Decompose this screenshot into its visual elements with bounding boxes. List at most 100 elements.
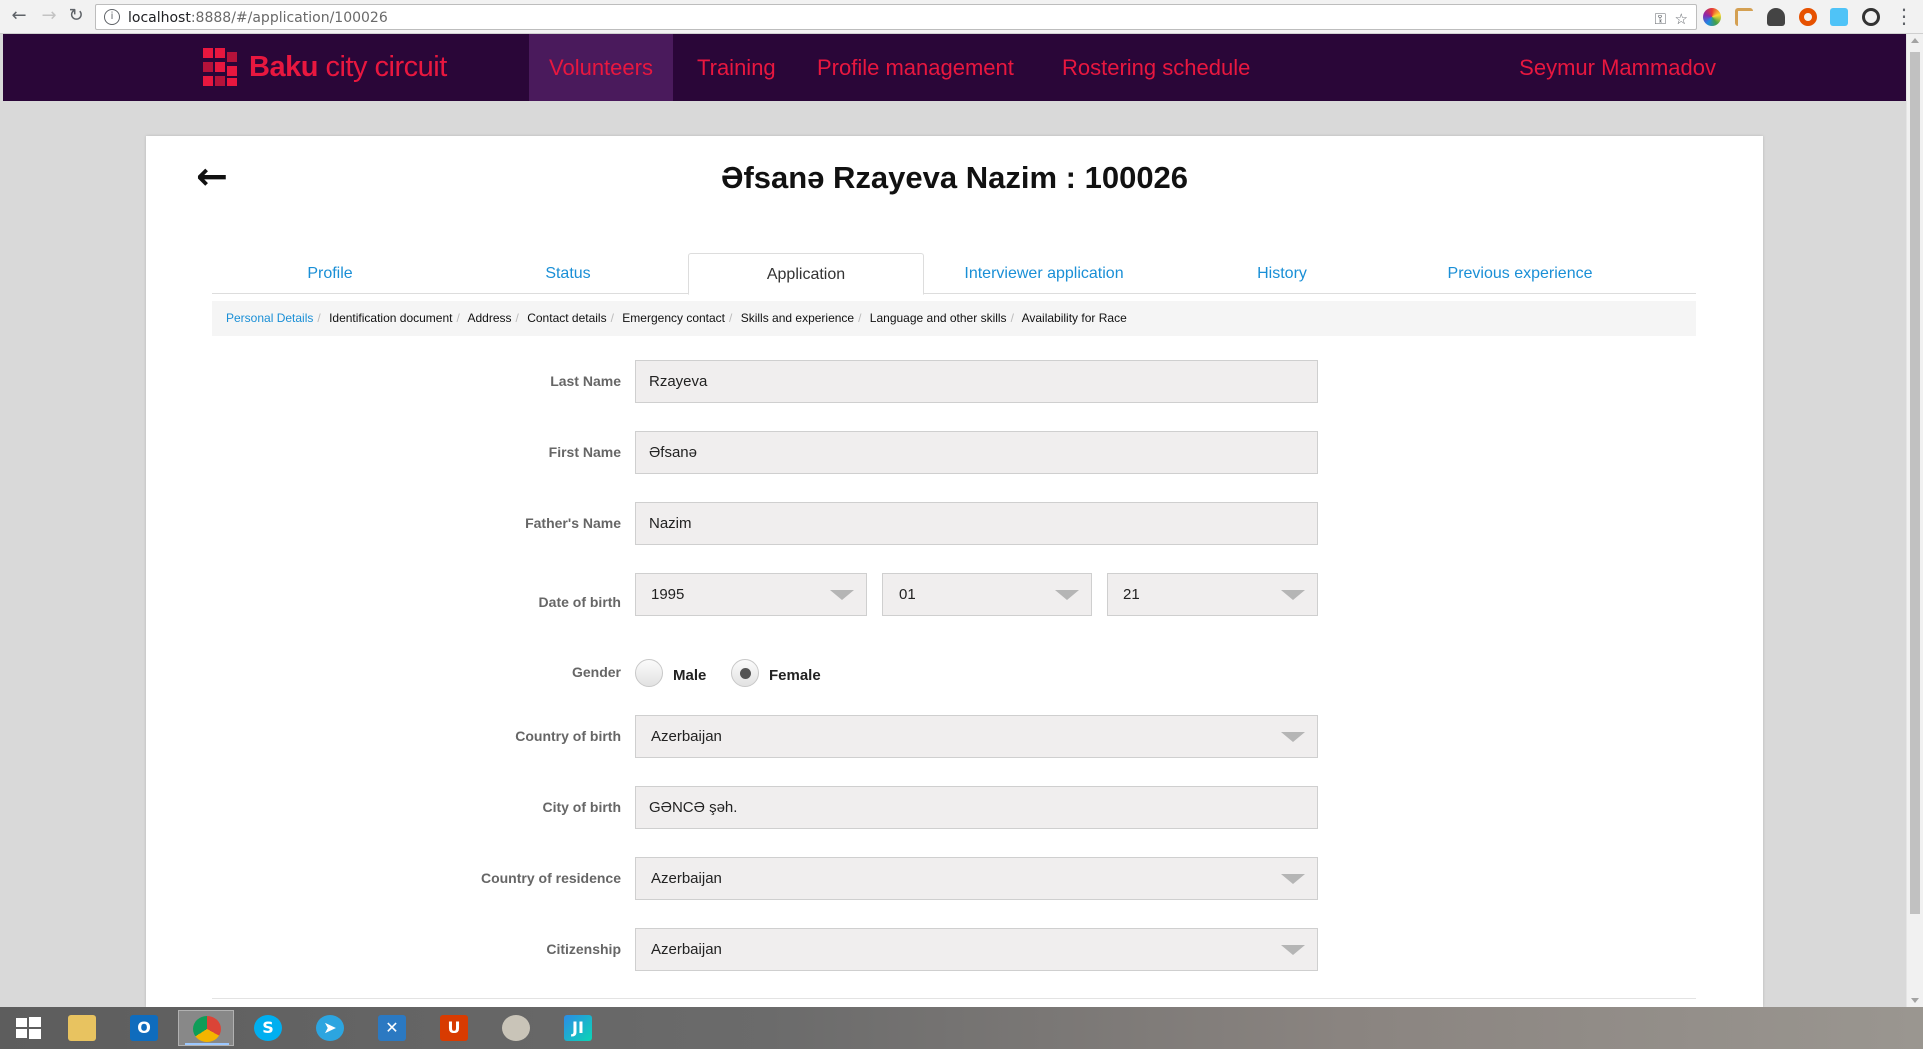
taskbar-telegram[interactable]: ➤ [302, 1010, 358, 1046]
baku-logo-icon[interactable] [201, 46, 241, 88]
radio-selected-dot [740, 668, 751, 679]
color-extension-icon[interactable] [1703, 8, 1721, 26]
tab-profile[interactable]: Profile [212, 253, 448, 295]
last-name-input[interactable]: Rzayeva [635, 360, 1318, 403]
crumb-identification-document[interactable]: Identification document [329, 311, 452, 325]
gender-male-label[interactable]: Male [673, 667, 706, 684]
chrome-icon [193, 1016, 221, 1042]
nav-volunteers[interactable]: Volunteers [529, 34, 673, 101]
crumb-separator: / [456, 311, 460, 325]
back-nav-icon[interactable]: ← [8, 5, 30, 27]
citizenship-value: Azerbaijan [651, 941, 722, 958]
tools-icon: ✕ [378, 1015, 406, 1041]
taskbar-chrome[interactable] [178, 1010, 234, 1046]
info-icon[interactable]: i [104, 9, 120, 25]
tab-previous-experience[interactable]: Previous experience [1402, 253, 1638, 295]
forward-nav-icon[interactable]: → [38, 5, 60, 27]
jetbrains-icon: JI [564, 1015, 592, 1041]
gender-label: Gender [571, 664, 621, 680]
date-of-birth-label: Date of birth [538, 594, 621, 610]
nav-profile-management[interactable]: Profile management [797, 34, 1034, 101]
menu-icon[interactable]: ⋮ [1893, 5, 1915, 27]
chevron-down-icon [1281, 590, 1305, 600]
city-of-birth-label: City of birth [542, 799, 621, 815]
crumb-availability-for-race[interactable]: Availability for Race [1022, 311, 1127, 325]
crumb-separator: / [317, 311, 321, 325]
taskbar-tool[interactable]: ✕ [364, 1010, 420, 1046]
star-icon[interactable]: ☆ [1675, 10, 1688, 28]
url-path: :8888/#/application/100026 [190, 10, 388, 26]
address-bar[interactable]: i localhost:8888/#/application/100026 ⚿ … [95, 4, 1697, 30]
crumb-separator: / [610, 311, 614, 325]
logo-text[interactable]: Baku city circuit [249, 51, 447, 84]
last-name-label: Last Name [550, 373, 621, 389]
citizenship-select[interactable]: Azerbaijan [635, 928, 1318, 971]
windows-taskbar: O S ➤ ✕ U JI [0, 1007, 1923, 1049]
taskbar-skype[interactable]: S [240, 1010, 296, 1046]
first-name-input[interactable]: Əfsanə [635, 431, 1318, 474]
window-extension-icon[interactable] [1830, 8, 1848, 26]
sync-extension-icon[interactable] [1862, 8, 1880, 26]
taskbar-jetbrains[interactable]: JI [550, 1010, 606, 1046]
reload-icon[interactable]: ↻ [65, 5, 87, 27]
chevron-down-icon [830, 590, 854, 600]
gender-female-radio[interactable] [731, 659, 759, 687]
nav-rostering-schedule[interactable]: Rostering schedule [1042, 34, 1270, 101]
scroll-down-icon[interactable] [1911, 998, 1919, 1003]
tab-interviewer-application[interactable]: Interviewer application [926, 253, 1162, 295]
scroll-thumb[interactable] [1910, 52, 1920, 914]
taskbar-paint[interactable] [488, 1010, 544, 1046]
telegram-icon: ➤ [316, 1015, 344, 1041]
chevron-down-icon [1281, 732, 1305, 742]
divider [212, 998, 1696, 999]
page-scrollbar[interactable] [1906, 34, 1923, 1007]
key-icon[interactable]: ⚿ [1655, 10, 1666, 28]
country-of-birth-select[interactable]: Azerbaijan [635, 715, 1318, 758]
office-icon: U [440, 1015, 468, 1041]
tab-history[interactable]: History [1164, 253, 1400, 295]
crumb-separator: / [858, 311, 862, 325]
skype-icon: S [254, 1015, 282, 1041]
active-indicator [185, 1043, 229, 1045]
crumb-contact-details[interactable]: Contact details [527, 311, 606, 325]
crumb-personal-details[interactable]: Personal Details [226, 311, 313, 325]
tab-application[interactable]: Application [688, 253, 924, 295]
elephant-extension-icon[interactable] [1767, 8, 1785, 26]
windows-icon [16, 1017, 41, 1039]
logo-text-light: city circuit [317, 51, 447, 83]
gender-male-radio[interactable] [635, 659, 663, 687]
city-of-birth-input[interactable]: GƏNCƏ şəh. [635, 786, 1318, 829]
fathers-name-input[interactable]: Nazim [635, 502, 1318, 545]
taskbar-outlook[interactable]: O [116, 1010, 172, 1046]
paint-palette-icon [502, 1015, 530, 1041]
application-card: ← Əfsanə Rzayeva Nazim : 100026 Profile … [146, 136, 1763, 1007]
tab-status[interactable]: Status [450, 253, 686, 295]
country-of-residence-label: Country of residence [480, 870, 621, 886]
crumb-emergency-contact[interactable]: Emergency contact [622, 311, 725, 325]
folder-extension-icon[interactable] [1735, 8, 1753, 26]
user-name[interactable]: Seymur Mammadov [1519, 34, 1716, 101]
birth-year-value: 1995 [651, 586, 685, 603]
taskbar-explorer[interactable] [54, 1010, 110, 1046]
birth-month-select[interactable]: 01 [882, 573, 1092, 616]
taskbar-office[interactable]: U [426, 1010, 482, 1046]
fire-extension-icon[interactable] [1799, 8, 1817, 26]
birth-year-select[interactable]: 1995 [635, 573, 867, 616]
chevron-down-icon [1055, 590, 1079, 600]
crumb-skills-and-experience[interactable]: Skills and experience [741, 311, 854, 325]
app-header: Baku city circuit Volunteers Training Pr… [3, 34, 1906, 101]
scroll-up-icon[interactable] [1911, 38, 1919, 43]
start-button[interactable] [0, 1010, 56, 1046]
logo-text-bold: Baku [249, 51, 318, 83]
breadcrumb: Personal Details / Identification documen… [212, 301, 1696, 336]
crumb-language-and-other-skills[interactable]: Language and other skills [870, 311, 1007, 325]
nav-training[interactable]: Training [677, 34, 796, 101]
fathers-name-label: Father's Name [525, 515, 621, 531]
page-title: Əfsanə Rzayeva Nazim : 100026 [720, 160, 1189, 195]
crumb-address[interactable]: Address [468, 311, 512, 325]
country-of-residence-select[interactable]: Azerbaijan [635, 857, 1318, 900]
browser-toolbar: ← → ↻ i localhost:8888/#/application/100… [0, 0, 1923, 34]
birth-day-select[interactable]: 21 [1107, 573, 1318, 616]
gender-female-label[interactable]: Female [769, 667, 821, 684]
outlook-icon: O [130, 1015, 158, 1041]
